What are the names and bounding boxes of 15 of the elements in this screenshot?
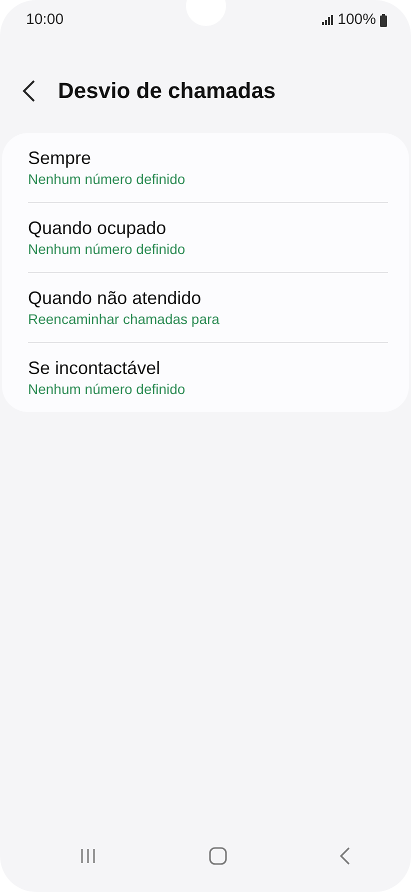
setting-title[interactable]: Se incontactável xyxy=(28,356,388,380)
signal-icon xyxy=(322,15,334,25)
home-button[interactable] xyxy=(208,844,226,868)
setting-summary: Nenhum número definido xyxy=(28,240,186,260)
setting-summary: Reencaminhar chamadas para xyxy=(28,310,220,330)
setting-title[interactable]: Quando não atendido xyxy=(28,286,388,310)
setting-summary: Nenhum número definido xyxy=(28,170,186,190)
setting-summary: Nenhum número definido xyxy=(28,380,186,400)
page-title: Desvio de chamadas xyxy=(58,78,276,105)
battery-icon xyxy=(380,14,387,26)
status-time: 10:00 xyxy=(26,10,64,30)
setting-title[interactable]: Quando ocupado xyxy=(28,216,388,240)
battery-percent: 100% xyxy=(338,10,376,30)
setting-title[interactable]: Sempre xyxy=(28,147,388,170)
back-button[interactable] xyxy=(22,80,36,104)
